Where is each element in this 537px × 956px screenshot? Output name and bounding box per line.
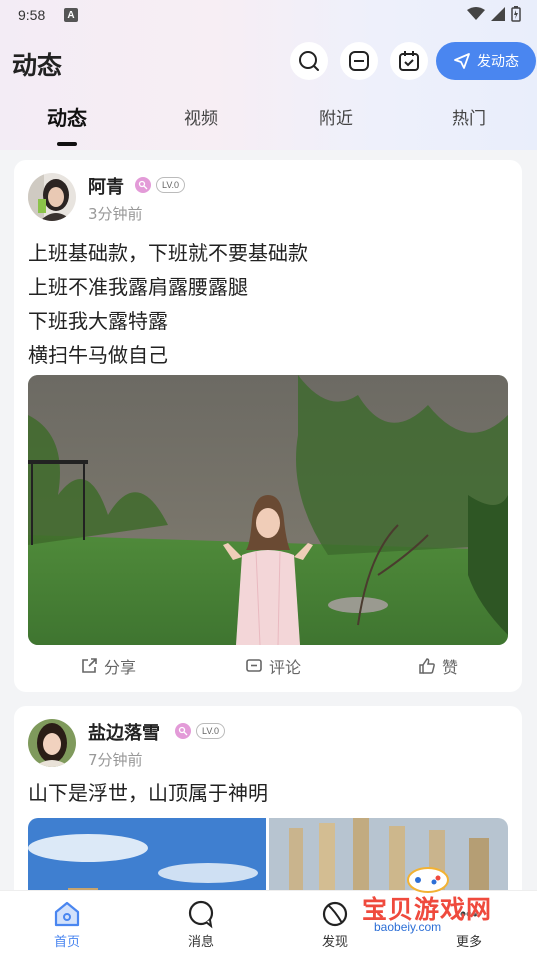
checkin-button[interactable]: [390, 42, 428, 80]
post-text-line: 上班不准我露肩露腰露腿: [28, 275, 248, 299]
status-bar: 9:58 A: [0, 0, 537, 30]
vip-icon: [175, 723, 191, 739]
send-icon: [454, 53, 470, 69]
post-time: 3分钟前: [88, 205, 143, 223]
tab-nearby[interactable]: 附近: [281, 104, 391, 129]
share-button[interactable]: 分享: [80, 654, 136, 678]
home-icon: [54, 901, 80, 927]
level-badge: LV.0: [196, 723, 226, 739]
vip-icon: [135, 177, 151, 193]
new-post-label: 发动态: [477, 54, 519, 70]
search-icon: [299, 51, 319, 71]
post-text: 山下是浮世，山顶属于神明: [28, 776, 268, 810]
avatar[interactable]: [28, 719, 76, 767]
message-icon: [188, 900, 214, 929]
nav-messages-label: 消息: [187, 935, 214, 950]
active-tab-indicator: [57, 142, 77, 146]
username[interactable]: 盐边落雪: [88, 719, 160, 745]
post-text-line: 山下是浮世，山顶属于神明: [28, 781, 268, 805]
thumbs-up-icon: [419, 658, 435, 674]
level-badge: LV.0: [156, 177, 186, 193]
comment-button[interactable]: 评论: [245, 654, 301, 678]
post-text-line: 下班我大露特露: [28, 309, 168, 333]
watermark-url: baobeiy.com: [374, 920, 442, 934]
like-button[interactable]: 赞: [418, 654, 458, 678]
like-label: 赞: [442, 658, 459, 677]
status-icons: [467, 6, 521, 22]
post-text-line: 横扫牛马做自己: [28, 343, 168, 367]
post-photo[interactable]: [28, 375, 508, 645]
comment-icon: [246, 659, 262, 672]
status-time: 9:58: [18, 7, 46, 23]
tab-hot[interactable]: 热门: [414, 104, 524, 129]
app-header: 动态 发动态: [0, 40, 537, 84]
signal-icon: [491, 7, 505, 21]
battery-icon: [511, 6, 521, 22]
notification-icon: A: [64, 8, 78, 22]
calendar-check-icon: [399, 51, 419, 71]
post-actions: 分享 评论 赞: [14, 654, 522, 680]
discover-icon: [322, 901, 348, 927]
comment-label: 评论: [269, 658, 302, 677]
nav-discover[interactable]: 发现: [305, 899, 365, 950]
nav-home-label: 首页: [53, 935, 80, 950]
nav-messages[interactable]: 消息: [171, 899, 231, 950]
tab-bar: 动态 视频 附近 热门: [0, 102, 537, 146]
post-time: 7分钟前: [88, 751, 143, 769]
share-icon: [82, 658, 97, 673]
new-post-button[interactable]: 发动态: [436, 42, 536, 80]
post-text-line: 上班基础款，下班就不要基础款: [28, 241, 308, 265]
tab-feed[interactable]: 动态: [12, 102, 122, 131]
avatar[interactable]: [28, 173, 76, 221]
wifi-icon: [467, 7, 485, 20]
share-label: 分享: [104, 658, 137, 677]
nav-home[interactable]: 首页: [37, 899, 97, 950]
post-text: 上班基础款，下班就不要基础款 上班不准我露肩露腰露腿 下班我大露特露 横扫牛马做…: [28, 236, 308, 372]
watermark: 宝贝游戏网 baobeiy.com: [360, 862, 510, 942]
username[interactable]: 阿青: [88, 173, 124, 199]
page-title: 动态: [12, 51, 63, 80]
scan-button[interactable]: [340, 42, 378, 80]
tab-video[interactable]: 视频: [146, 104, 256, 129]
scan-icon: [349, 51, 369, 71]
post-card[interactable]: 阿青 LV.0 3分钟前 上班基础款，下班就不要基础款 上班不准我露肩露腰露腿 …: [14, 160, 522, 692]
search-button[interactable]: [290, 42, 328, 80]
nav-discover-label: 发现: [321, 935, 348, 950]
